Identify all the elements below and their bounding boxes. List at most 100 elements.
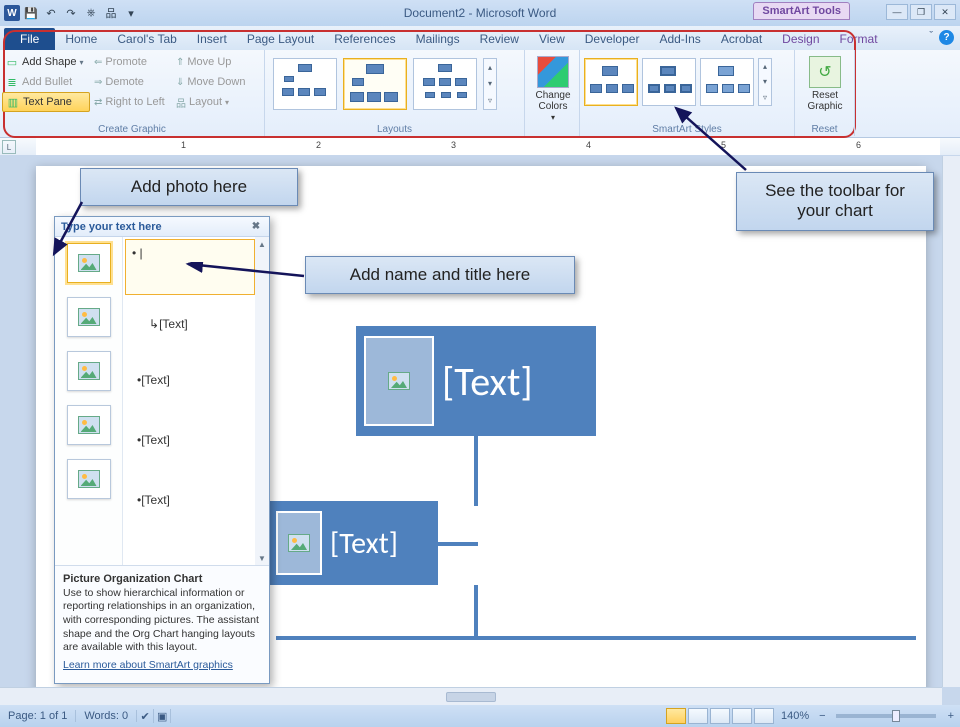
zoom-slider[interactable]	[836, 714, 936, 718]
style-thumb-3[interactable]	[700, 58, 754, 106]
change-colors-button[interactable]: Change Colors▾	[529, 56, 577, 123]
text-pane-thumb[interactable]	[67, 459, 111, 499]
tab-home[interactable]: Home	[55, 28, 107, 50]
word-icon[interactable]: W	[4, 5, 20, 21]
tab-selector-icon[interactable]: L	[2, 140, 16, 154]
layout-thumb-3[interactable]	[413, 58, 477, 110]
scroll-down-icon[interactable]: ▼	[255, 551, 269, 565]
picture-icon	[288, 534, 310, 552]
add-bullet-button[interactable]: ≣Add Bullet	[2, 72, 90, 92]
status-proofing-icon[interactable]: ✔	[137, 709, 154, 723]
picture-placeholder[interactable]	[364, 336, 434, 426]
layout-thumb-2[interactable]	[343, 58, 407, 110]
view-full-screen-button[interactable]	[688, 708, 708, 724]
save-icon[interactable]: 💾	[22, 4, 40, 22]
text-pane-thumb[interactable]	[67, 243, 111, 283]
tab-acrobat[interactable]: Acrobat	[711, 28, 772, 50]
picture-placeholder[interactable]	[276, 511, 322, 575]
file-tab[interactable]: File	[4, 28, 55, 50]
rtl-icon: ⇄	[94, 97, 102, 108]
reset-graphic-button[interactable]: ↺ Reset Graphic	[801, 56, 849, 112]
layout-thumb-1[interactable]	[273, 58, 337, 110]
text-pane-list[interactable]: • | ↳ [Text] • [Text] • [Text] • [Text] …	[123, 237, 269, 565]
view-web-layout-button[interactable]	[710, 708, 730, 724]
text-pane-button[interactable]: ▥Text Pane	[2, 92, 90, 112]
restore-button[interactable]: ❐	[910, 4, 932, 20]
view-print-layout-button[interactable]	[666, 708, 686, 724]
add-shape-icon: ▭	[5, 55, 19, 69]
smartart-text-pane: Type your text here ✖ • | ↳ [Text] • [Te…	[54, 216, 270, 684]
zoom-in-button[interactable]: +	[942, 710, 960, 722]
callout-toolbar: See the toolbar foryour chart	[736, 172, 934, 231]
page[interactable]: [Text] [Text] Type your text here ✖	[36, 166, 926, 705]
layouts-gallery-more[interactable]: ▴▾▿	[483, 58, 497, 110]
scroll-thumb[interactable]	[446, 692, 496, 702]
layout-button[interactable]: 品Layout ▾	[174, 92, 250, 112]
move-down-icon: ⇓	[176, 77, 184, 88]
zoom-out-button[interactable]: −	[815, 710, 829, 722]
redo-icon[interactable]: ↷	[62, 4, 80, 22]
help-icon[interactable]: ?	[939, 30, 954, 45]
tab-references[interactable]: References	[324, 28, 405, 50]
tab-design[interactable]: Design	[772, 28, 829, 50]
qat-dropdown-icon[interactable]: ▾	[122, 4, 140, 22]
move-down-button[interactable]: ⇓Move Down	[174, 72, 250, 92]
right-to-left-button[interactable]: ⇄Right to Left	[92, 92, 168, 112]
reset-icon: ↺	[809, 56, 841, 88]
text-pane-thumb[interactable]	[67, 405, 111, 445]
window-title: Document2 - Microsoft Word	[404, 6, 557, 20]
tab-page-layout[interactable]: Page Layout	[237, 28, 324, 50]
close-button[interactable]: ✕	[934, 4, 956, 20]
status-words[interactable]: Words: 0	[76, 710, 137, 722]
vertical-scrollbar[interactable]	[942, 156, 960, 687]
promote-button[interactable]: ⇐Promote	[92, 52, 168, 72]
smartart-tools-tab[interactable]: SmartArt Tools	[753, 2, 850, 20]
group-label-styles: SmartArt Styles	[580, 124, 794, 135]
demote-button[interactable]: ⇒Demote	[92, 72, 168, 92]
learn-more-link[interactable]: Learn more about SmartArt graphics	[63, 659, 233, 673]
ribbon-minimize-icon[interactable]: ˇ	[929, 30, 933, 45]
tab-insert[interactable]: Insert	[187, 28, 237, 50]
picture-icon	[78, 308, 100, 326]
style-thumb-2[interactable]	[642, 58, 696, 106]
tab-developer[interactable]: Developer	[575, 28, 650, 50]
smartart-top-shape[interactable]: [Text]	[356, 326, 596, 436]
status-macro-icon[interactable]: ▣	[154, 709, 171, 723]
tab-mailings[interactable]: Mailings	[406, 28, 470, 50]
text-pane-thumb[interactable]	[67, 297, 111, 337]
move-up-button[interactable]: ⇑Move Up	[174, 52, 250, 72]
horizontal-ruler[interactable]: L 1 2 3 4 5 6	[0, 138, 960, 156]
text-pane-close-icon[interactable]: ✖	[249, 220, 263, 234]
promote-icon: ⇐	[94, 57, 102, 68]
minimize-button[interactable]: —	[886, 4, 908, 20]
smartart-top-text[interactable]: [Text]	[442, 357, 533, 406]
view-draft-button[interactable]	[754, 708, 774, 724]
text-pane-scrollbar[interactable]: ▲▼	[255, 237, 269, 565]
change-colors-icon	[537, 56, 569, 88]
tab-addins[interactable]: Add-Ins	[649, 28, 710, 50]
scroll-up-icon[interactable]: ▲	[255, 237, 269, 251]
picture-icon	[388, 372, 410, 390]
tab-view[interactable]: View	[529, 28, 575, 50]
view-outline-button[interactable]	[732, 708, 752, 724]
group-label-reset: Reset	[795, 124, 854, 135]
status-page[interactable]: Page: 1 of 1	[0, 710, 76, 722]
tab-format[interactable]: Format	[830, 28, 888, 50]
zoom-level[interactable]: 140%	[775, 710, 815, 722]
status-bar: Page: 1 of 1 Words: 0 ✔ ▣ 140% − +	[0, 705, 960, 727]
smartart-sub-text[interactable]: [Text]	[330, 525, 398, 562]
horizontal-scrollbar[interactable]	[0, 687, 942, 705]
tab-carols[interactable]: Carol's Tab	[107, 28, 186, 50]
up-icon: ▴	[763, 62, 767, 71]
smartart-assistant-shape[interactable]: [Text]	[268, 501, 438, 585]
connector-line	[474, 585, 478, 636]
qat-custom-icon[interactable]: ⎈	[82, 4, 100, 22]
qat-custom2-icon[interactable]: 品	[102, 4, 120, 22]
zoom-slider-knob[interactable]	[892, 710, 900, 722]
add-shape-button[interactable]: ▭Add Shape ▾	[2, 52, 90, 72]
undo-icon[interactable]: ↶	[42, 4, 60, 22]
style-thumb-1[interactable]	[584, 58, 638, 106]
tab-review[interactable]: Review	[470, 28, 529, 50]
text-pane-thumb[interactable]	[67, 351, 111, 391]
styles-gallery-more[interactable]: ▴▾▿	[758, 58, 772, 106]
